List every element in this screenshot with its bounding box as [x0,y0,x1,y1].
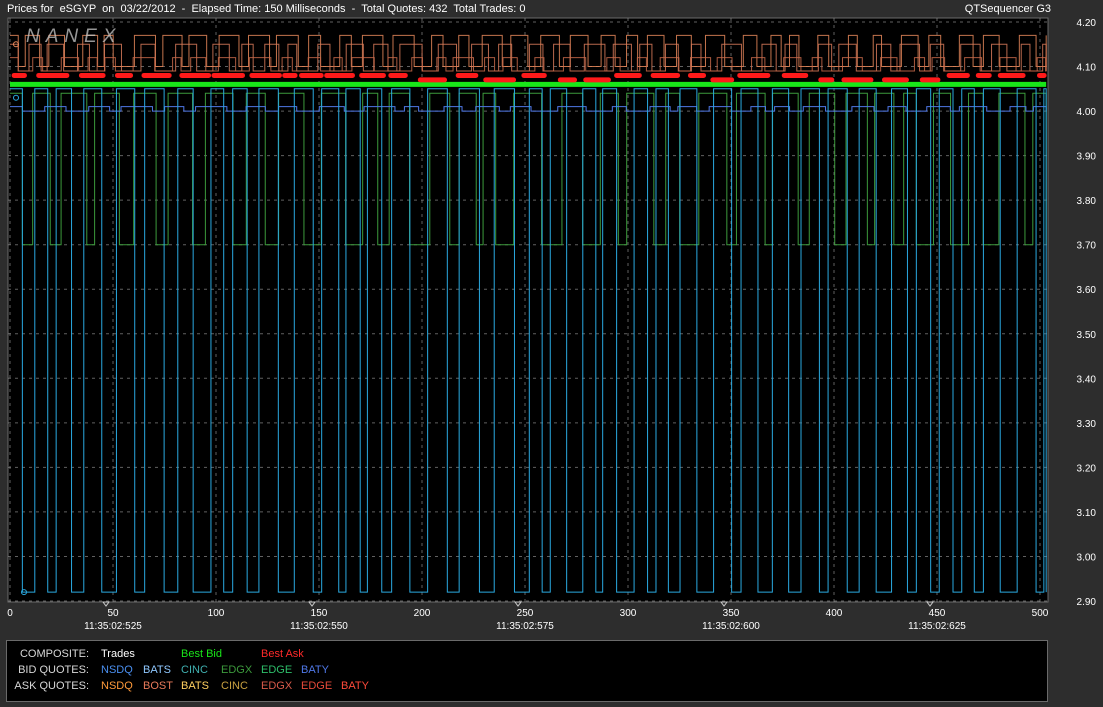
legend-item[interactable]: BATS [181,680,209,692]
x-tick-label: 200 [414,608,431,619]
legend: COMPOSITE: Trades Best Bid Best Ask BID QUOT… [6,640,1048,702]
y-tick-label: 3.20 [1077,463,1097,474]
legend-item[interactable]: EDGE [301,680,332,692]
y-tick-label: 3.90 [1077,152,1097,163]
time-label: 11:35:02:600 [702,621,760,632]
x-tick-label: 400 [826,608,843,619]
y-tick-label: 3.80 [1077,196,1097,207]
legend-item[interactable]: NSDQ [101,664,133,676]
legend-item[interactable]: CINC [221,680,248,692]
x-tick-label: 0 [7,608,13,619]
time-label: 11:35:02:525 [84,621,142,632]
x-tick-label: 100 [208,608,225,619]
legend-item[interactable]: BATY [301,664,329,676]
time-label: 11:35:02:575 [496,621,554,632]
time-marker-icon [926,601,934,607]
time-marker-icon [102,601,110,607]
x-tick-label: 350 [723,608,740,619]
x-tick-label: 450 [929,608,946,619]
time-marker-icon [308,601,316,607]
y-tick-label: 3.40 [1077,374,1097,385]
legend-row-heading: ASK QUOTES: [14,680,89,692]
nanex-watermark: NANEX [26,26,121,47]
legend-item[interactable]: EDGX [221,664,252,676]
x-tick-label: 300 [620,608,637,619]
x-tick-label: 500 [1032,608,1049,619]
legend-item[interactable]: Trades [101,648,135,660]
y-tick-label: 4.10 [1077,63,1097,74]
y-tick-label: 3.60 [1077,285,1097,296]
y-tick-label: 2.90 [1077,597,1097,608]
legend-row-heading: BID QUOTES: [18,664,89,676]
y-tick-label: 3.50 [1077,330,1097,341]
legend-item[interactable]: EDGE [261,664,292,676]
x-tick-label: 50 [107,608,119,619]
y-tick-label: 3.00 [1077,552,1097,563]
legend-item[interactable]: BATS [143,664,171,676]
y-tick-label: 3.70 [1077,241,1097,252]
legend-item[interactable]: EDGX [261,680,292,692]
y-tick-label: 3.30 [1077,419,1097,430]
y-tick-label: 3.10 [1077,508,1097,519]
price-chart[interactable]: NANEX 4.20 4.10 4.00 3.90 3.80 3.70 3.60 3.50 3.… [0,0,1103,640]
legend-row-heading: COMPOSITE: [19,648,89,660]
y-tick-label: 4.20 [1077,18,1097,29]
legend-item[interactable]: NSDQ [101,680,133,692]
legend-item[interactable]: BATY [341,680,369,692]
legend-item[interactable]: Best Bid [181,648,222,660]
x-tick-label: 150 [311,608,328,619]
legend-item[interactable]: BOST [143,680,173,692]
time-label: 11:35:02:550 [290,621,348,632]
x-tick-label: 250 [517,608,534,619]
time-label: 11:35:02:625 [908,621,966,632]
legend-item[interactable]: CINC [181,664,208,676]
time-marker-icon [720,601,728,607]
y-tick-label: 4.00 [1077,107,1097,118]
time-marker-icon [514,601,522,607]
legend-item[interactable]: Best Ask [261,648,304,660]
